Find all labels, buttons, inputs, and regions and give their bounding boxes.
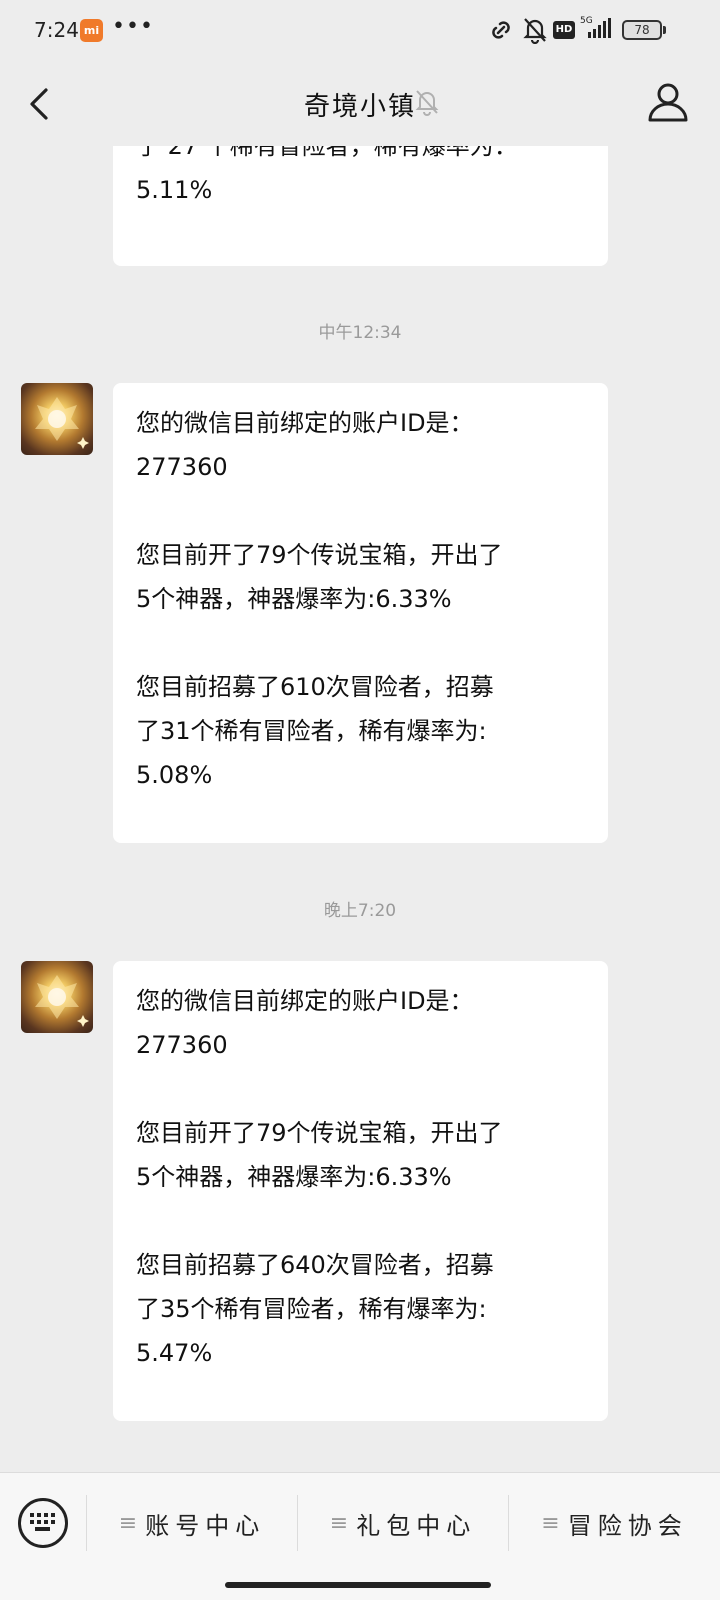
profile-button[interactable]	[646, 80, 690, 124]
avatar[interactable]	[21, 383, 93, 455]
message-text: 5.11%	[136, 176, 213, 204]
message-bubble: 您的微信目前绑定的账户ID是： 277360 您目前开了79个传说宝箱，开出了 …	[113, 383, 608, 843]
keyboard-icon	[30, 1513, 55, 1531]
message-text: 您目前招募了610次冒险者，招募 了31个稀有冒险者，稀有爆率为: 5.08%	[136, 673, 494, 789]
signal-icon	[582, 18, 612, 44]
message-bubble: 了 27 个稀有冒险者，稀有爆率为： 5.11%	[113, 146, 608, 266]
mi-app-icon: mi	[80, 19, 103, 42]
battery-icon: 78	[622, 20, 666, 40]
page-title: 奇境小镇	[303, 92, 416, 122]
chat-message-list[interactable]: 了 27 个稀有冒险者，稀有爆率为： 5.11% 中午12:34 您的微信目前绑…	[0, 146, 720, 1472]
hd-icon: HD	[553, 21, 575, 39]
emblem-icon	[35, 397, 89, 449]
status-bar: 7:24 mi ••• HD 5G 78	[0, 0, 720, 60]
message-bubble: 您的微信目前绑定的账户ID是： 277360 您目前开了79个传说宝箱，开出了 …	[113, 961, 608, 1421]
message-text: 您目前开了79个传说宝箱，开出了 5个神器，神器爆率为:6.33%	[136, 541, 503, 613]
menu-label: 礼包中心	[356, 1511, 477, 1540]
menu-account-center[interactable]: ≡ 账号中心	[87, 1495, 297, 1551]
menu-adventure-guild[interactable]: ≡ 冒险协会	[509, 1495, 720, 1551]
message-timestamp: 中午12:34	[318, 323, 402, 343]
message-text: 您目前招募了640次冒险者，招募 了35个稀有冒险者，稀有爆率为: 5.47%	[136, 1251, 494, 1367]
bottom-menu-bar: ≡ 账号中心 ≡ 礼包中心 ≡ 冒险协会	[0, 1472, 720, 1600]
message-text: 了 27 个稀有冒险者，稀有爆率为：	[136, 146, 518, 160]
home-indicator[interactable]	[225, 1582, 491, 1588]
chat-header: 奇境小镇	[0, 60, 720, 146]
message-timestamp: 晚上7:20	[323, 901, 397, 921]
person-icon	[648, 83, 688, 122]
menu-gift-center[interactable]: ≡ 礼包中心	[298, 1495, 508, 1551]
avatar[interactable]	[21, 961, 93, 1033]
menu-label: 账号中心	[145, 1511, 266, 1540]
mute-bell-icon	[414, 88, 440, 120]
menu-label: 冒险协会	[567, 1511, 688, 1540]
more-notifications-icon: •••	[112, 14, 154, 39]
emblem-icon	[35, 975, 89, 1027]
message-text: 您的微信目前绑定的账户ID是： 277360	[136, 409, 474, 481]
keyboard-toggle-button[interactable]	[18, 1498, 68, 1548]
mute-bell-icon	[522, 16, 548, 48]
menu-list-icon: ≡	[329, 1510, 349, 1536]
message-text: 您的微信目前绑定的账户ID是： 277360	[136, 987, 474, 1059]
link-icon	[486, 18, 516, 46]
menu-list-icon: ≡	[541, 1510, 560, 1536]
status-time: 7:24	[34, 18, 79, 42]
message-text: 您目前开了79个传说宝箱，开出了 5个神器，神器爆率为:6.33%	[136, 1119, 503, 1191]
menu-list-icon: ≡	[118, 1510, 138, 1536]
